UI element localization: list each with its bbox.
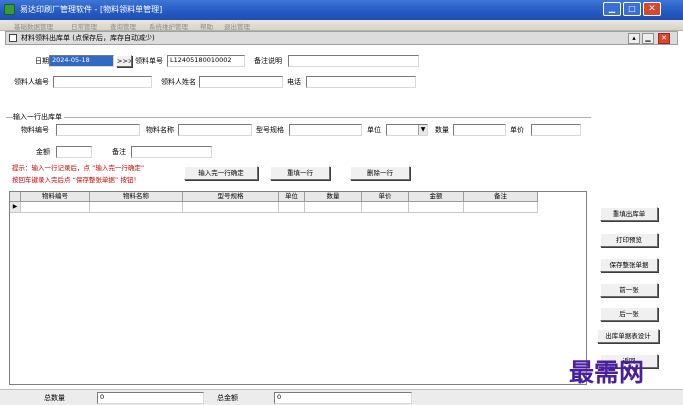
table-cell[interactable] bbox=[464, 202, 538, 213]
delete-row-button[interactable]: 删除一行 bbox=[350, 166, 410, 180]
total-amount-field: 0 bbox=[274, 392, 412, 404]
picker-name-field[interactable] bbox=[199, 76, 283, 88]
qty-label: 数量 bbox=[435, 126, 449, 134]
col-header-material-code[interactable]: 物料编号 bbox=[21, 192, 90, 202]
previous-button[interactable]: 前一张 bbox=[600, 283, 658, 297]
save-order-button[interactable]: 保存整张单据 bbox=[600, 258, 658, 272]
remark-label: 备注说明 bbox=[254, 57, 282, 65]
material-name-label: 物料名称 bbox=[146, 126, 174, 134]
status-bar: 总数量 0 总金额 0 bbox=[0, 389, 683, 405]
qty-field[interactable] bbox=[453, 124, 506, 136]
col-header-material-name[interactable]: 物料名称 bbox=[90, 192, 183, 202]
order-no-field[interactable]: L12405180010002 bbox=[167, 55, 245, 67]
minimize-button[interactable]: ▁ bbox=[603, 2, 621, 16]
remark-field[interactable] bbox=[288, 55, 419, 67]
amount-label: 金额 bbox=[36, 148, 50, 156]
menu-bar: 基础数据管理 日常管理 查询管理 系统维护管理 帮助 退出管理 bbox=[0, 20, 683, 31]
material-code-label: 物料编号 bbox=[21, 126, 49, 134]
menu-system[interactable]: 系统维护管理 bbox=[149, 21, 188, 31]
menu-help[interactable]: 帮助 bbox=[200, 21, 213, 31]
col-header-price[interactable]: 单价 bbox=[362, 192, 409, 202]
table-cell[interactable] bbox=[90, 202, 183, 213]
order-no-label: 领料单号 bbox=[135, 57, 163, 65]
form-icon bbox=[9, 34, 17, 42]
col-header-amount[interactable]: 金额 bbox=[409, 192, 464, 202]
picker-code-label: 领料人编号 bbox=[14, 78, 49, 86]
col-header-note[interactable]: 备注 bbox=[464, 192, 538, 202]
date-label: 日期 bbox=[35, 57, 49, 65]
close-button[interactable]: ✕ bbox=[643, 2, 661, 16]
table-cell[interactable] bbox=[279, 202, 305, 213]
row-indicator-header bbox=[10, 192, 21, 202]
price-label: 单价 bbox=[510, 126, 524, 134]
material-name-field[interactable] bbox=[178, 124, 252, 136]
report-design-button[interactable]: 出库单据表设计 bbox=[597, 329, 659, 343]
menu-query[interactable]: 查询管理 bbox=[110, 21, 136, 31]
refill-row-button[interactable]: 重填一行 bbox=[270, 166, 330, 180]
confirm-row-button[interactable]: 输入完一行确定 bbox=[184, 166, 258, 180]
col-header-unit[interactable]: 单位 bbox=[279, 192, 305, 202]
total-amount-label: 总金额 bbox=[217, 394, 238, 402]
total-qty-field: 0 bbox=[97, 392, 204, 404]
total-qty-label: 总数量 bbox=[44, 394, 65, 402]
col-header-qty[interactable]: 数量 bbox=[305, 192, 362, 202]
detail-table[interactable]: 物料编号 物料名称 型号规格 单位 数量 单价 金额 备注 ▶ bbox=[9, 191, 587, 385]
note-field[interactable] bbox=[131, 146, 212, 158]
picker-name-label: 领料人姓名 bbox=[161, 78, 196, 86]
date-field[interactable]: 2024-05-18 bbox=[49, 55, 114, 67]
watermark-logo: 最需网 bbox=[569, 358, 645, 387]
menu-exit[interactable]: 退出管理 bbox=[224, 21, 250, 31]
app-icon bbox=[4, 4, 15, 15]
col-header-spec[interactable]: 型号规格 bbox=[183, 192, 279, 202]
table-cell[interactable] bbox=[409, 202, 464, 213]
phone-field[interactable] bbox=[306, 76, 416, 88]
hint-line-2: 按回车键录入完后点 “保存整张单据” 按钮！ bbox=[12, 176, 140, 184]
entry-group-line bbox=[6, 117, 591, 118]
date-picker-button[interactable]: >>> bbox=[116, 55, 132, 67]
form-close-button[interactable]: ✕ bbox=[658, 33, 670, 44]
entry-section-title: 输入一行出库单 bbox=[13, 113, 64, 122]
form-title: 材料领料出库单 (点保存后，库存自动减少) bbox=[21, 34, 155, 42]
form-minimize-button[interactable]: ▁ bbox=[642, 33, 654, 44]
maximize-button[interactable]: □ bbox=[623, 2, 641, 16]
hint-line-1: 提示：输入一行记录后，点 “输入完一行确定” bbox=[12, 164, 145, 172]
menu-basic-data[interactable]: 基础数据管理 bbox=[14, 21, 53, 31]
phone-label: 电话 bbox=[287, 78, 301, 86]
menu-daily[interactable]: 日常管理 bbox=[71, 21, 97, 31]
window-title-bar: 易达印刷厂管理软件 - [物料领料单管理] ▁ □ ✕ bbox=[0, 0, 683, 20]
price-field[interactable] bbox=[531, 124, 581, 136]
unit-label: 单位 bbox=[367, 126, 381, 134]
table-cell[interactable] bbox=[305, 202, 362, 213]
refill-order-button[interactable]: 重填出库单 bbox=[600, 207, 658, 221]
amount-field[interactable] bbox=[56, 146, 92, 158]
spec-field[interactable] bbox=[289, 124, 362, 136]
table-cell[interactable] bbox=[362, 202, 409, 213]
form-title-bar: 材料领料出库单 (点保存后，库存自动减少) ▴ ▁ ✕ bbox=[5, 31, 678, 45]
form-restore-button[interactable]: ▴ bbox=[628, 33, 640, 44]
table-cell[interactable] bbox=[183, 202, 279, 213]
note-label: 备注 bbox=[112, 148, 126, 156]
chevron-down-icon[interactable]: ▼ bbox=[418, 125, 427, 135]
table-cell[interactable] bbox=[21, 202, 90, 213]
picker-code-field[interactable] bbox=[53, 76, 152, 88]
next-button[interactable]: 后一张 bbox=[600, 307, 658, 321]
print-preview-button[interactable]: 打印预览 bbox=[600, 233, 658, 247]
material-code-field[interactable] bbox=[56, 124, 140, 136]
row-indicator[interactable]: ▶ bbox=[10, 202, 21, 213]
spec-label: 型号规格 bbox=[256, 126, 284, 134]
window-title: 易达印刷厂管理软件 - [物料领料单管理] bbox=[20, 5, 163, 14]
